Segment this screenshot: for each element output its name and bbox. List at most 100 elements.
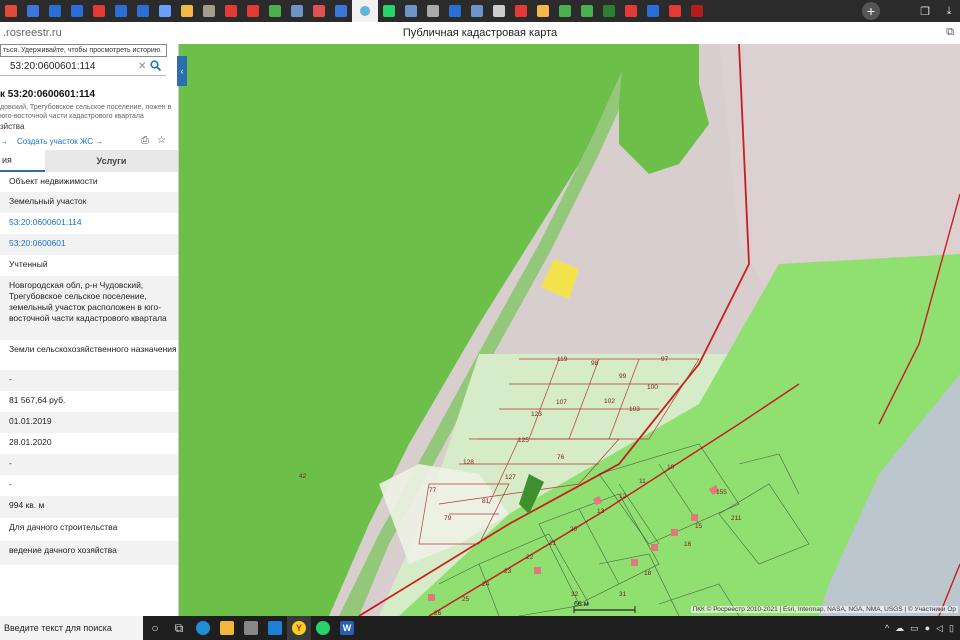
tab-icon [181,5,193,17]
tab-icon [27,5,39,17]
browser-tab[interactable] [400,0,422,22]
volume-icon[interactable]: ◁ [936,623,943,634]
parcel-number-label: 119 [557,356,568,363]
tab-collections-icon[interactable]: ❐ [914,0,936,22]
search-icon[interactable] [150,59,166,74]
whatsapp-icon[interactable] [311,616,335,640]
tab-icon [71,5,83,17]
browser-tab[interactable] [308,0,330,22]
tray-chevron-icon[interactable]: ^ [885,623,889,633]
browser-tab[interactable] [532,0,554,22]
browser-tab[interactable] [132,0,154,22]
print-icon[interactable]: ⎙ [141,135,149,146]
info-row: - [0,454,178,475]
action-links: → Создать участок ЖС → ⎙ ☆ [0,135,176,146]
rosreestr-tab-icon [360,6,370,16]
browser-tab[interactable] [66,0,88,22]
store-icon[interactable] [239,616,263,640]
copy-icon[interactable]: ⧉ [946,26,954,39]
tab-services[interactable]: Услуги [45,150,178,172]
mail-icon[interactable] [263,616,287,640]
browser-tab[interactable] [554,0,576,22]
browser-tab[interactable] [264,0,286,22]
info-row-link[interactable]: 53:20:0600601:114 [0,213,178,234]
tab-icon [93,5,105,17]
create-parcel-link[interactable]: Создать участок ЖС → [17,137,103,146]
mic-icon[interactable]: ● [925,623,930,633]
parcel-number-label: 12 [619,493,627,500]
info-row-link[interactable]: 53:20:0600601 [0,234,178,255]
parcel-number-label: 42 [299,473,307,480]
browser-tab[interactable] [0,0,22,22]
browser-tab-bar: + ❐ ⤓ [0,0,960,22]
browser-tab[interactable] [330,0,352,22]
browser-tab[interactable] [422,0,444,22]
clear-icon[interactable]: ✕ [138,61,150,72]
info-row: Земельный участок [0,192,178,213]
browser-tab[interactable] [664,0,686,22]
star-icon[interactable]: ☆ [157,135,166,146]
new-tab-button[interactable]: + [862,2,880,20]
browser-tab[interactable] [88,0,110,22]
taskbar-search[interactable]: Введите текст для поиска [0,616,143,640]
tab-icon [559,5,571,17]
browser-tab[interactable] [22,0,44,22]
tab-icon [405,5,417,17]
download-icon[interactable]: ⤓ [938,0,960,22]
word-icon[interactable]: W [335,616,359,640]
edge-icon[interactable] [191,616,215,640]
browser-tab[interactable] [466,0,488,22]
browser-tab[interactable] [44,0,66,22]
tab-icon [449,5,461,17]
link-arrow[interactable]: → [0,137,17,146]
browser-tab[interactable] [176,0,198,22]
cortana-icon[interactable]: ○ [143,616,167,640]
parcel-number-label: 102 [604,398,615,405]
cadastral-map[interactable]: 119 98 97 99 100 102 103 107 123 125 76 128 127 77 81 7… [179,44,960,616]
browser-tab[interactable] [598,0,620,22]
info-rows: Объект недвижимости Земельный участок 53:2… [0,172,178,565]
tab-info[interactable]: ия [0,150,45,172]
info-row: Объект недвижимости [9,176,98,186]
browser-tab[interactable] [378,0,400,22]
browser-tab[interactable] [286,0,308,22]
info-row: Учтенный [9,259,48,269]
browser-tab[interactable] [220,0,242,22]
browser-tab[interactable] [242,0,264,22]
info-row: 28.01.2020 [9,437,52,447]
browser-tab[interactable] [444,0,466,22]
info-row: 01.01.2019 [0,412,178,433]
browser-tab[interactable] [642,0,664,22]
cloud-icon[interactable]: ☁ [895,623,904,634]
battery-icon[interactable]: ▯ [949,623,954,634]
system-tray: ^ ☁ ▭ ● ◁ ▯ [885,623,960,634]
scale-label: 66 м [574,601,589,608]
browser-tab[interactable] [198,0,220,22]
task-view-icon[interactable]: ⧉ [167,616,191,640]
parcel-number-label: 155 [716,489,727,496]
object-type: зйства [0,122,25,131]
network-icon[interactable]: ▭ [910,623,919,634]
browser-tab[interactable] [510,0,532,22]
browser-tab[interactable] [576,0,598,22]
tab-icon [647,5,659,17]
browser-tab[interactable] [620,0,642,22]
browser-tab[interactable] [110,0,132,22]
search-input[interactable]: 53:20:0600601:114 [0,61,138,72]
browser-tab[interactable] [154,0,176,22]
tab-icon [471,5,483,17]
parcel-number-label: 99 [619,373,627,380]
active-tab[interactable] [352,0,378,22]
info-row: ведение дачного хозяйства [0,541,178,565]
yandex-browser-icon[interactable]: Y [287,616,311,640]
browser-tab[interactable] [488,0,510,22]
tabs-right [378,0,708,22]
collapse-sidebar-button[interactable]: ‹ [177,56,187,86]
map-attribution: ПКК © Росреестр 2010-2021 | Esri, Interm… [690,606,958,613]
browser-tab[interactable] [686,0,708,22]
search-box: 53:20:0600601:114 ✕ [0,58,166,76]
tab-icon [691,5,703,17]
explorer-icon[interactable] [215,616,239,640]
parcel-number-label: 20 [570,526,578,533]
tab-icon [515,5,527,17]
